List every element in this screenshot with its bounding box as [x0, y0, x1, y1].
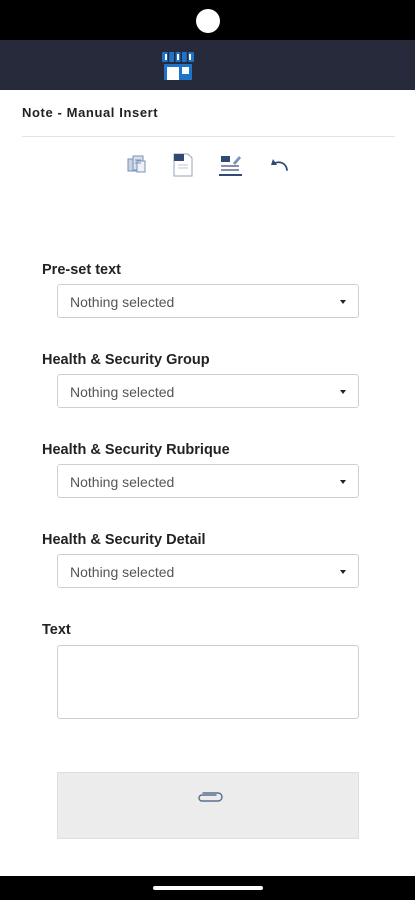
preset-text-select[interactable]: Nothing selected: [57, 284, 359, 318]
preset-text-label: Pre-set text: [42, 262, 121, 278]
title-divider: [22, 136, 395, 137]
hs-rubrique-label: Health & Security Rubrique: [42, 442, 230, 458]
hs-detail-select[interactable]: Nothing selected: [57, 554, 359, 588]
insert-document-icon: [173, 153, 193, 177]
screen: Note - Manual Insert Pre-set text Nothin…: [0, 90, 415, 876]
hs-group-value: Nothing selected: [70, 384, 175, 400]
toolbar: [120, 150, 300, 180]
text-field[interactable]: [57, 645, 359, 719]
status-bar: [0, 0, 415, 40]
app-header: [0, 40, 415, 90]
home-indicator[interactable]: [153, 886, 263, 890]
undo-icon: [271, 159, 288, 171]
preset-text-value: Nothing selected: [70, 294, 175, 310]
chevron-down-icon: [340, 300, 346, 304]
paperclip-icon: [198, 792, 223, 802]
edit-list-button[interactable]: [216, 150, 246, 180]
attachment-button[interactable]: [57, 772, 359, 839]
chevron-down-icon: [340, 390, 346, 394]
copy-documents-icon: [127, 155, 146, 173]
hs-detail-label: Health & Security Detail: [42, 532, 206, 548]
text-label: Text: [42, 622, 71, 638]
page-title: Note - Manual Insert: [22, 105, 159, 120]
edit-list-icon: [219, 156, 242, 176]
system-nav-bar: [0, 876, 415, 900]
hs-group-label: Health & Security Group: [42, 352, 210, 368]
front-camera: [196, 9, 220, 33]
store-icon[interactable]: [161, 51, 195, 81]
undo-button[interactable]: [264, 150, 294, 180]
hs-rubrique-select[interactable]: Nothing selected: [57, 464, 359, 498]
hs-group-select[interactable]: Nothing selected: [57, 374, 359, 408]
chevron-down-icon: [340, 480, 346, 484]
copy-documents-button[interactable]: [122, 150, 152, 180]
hs-detail-value: Nothing selected: [70, 564, 175, 580]
insert-document-button[interactable]: [168, 150, 198, 180]
chevron-down-icon: [340, 570, 346, 574]
hs-rubrique-value: Nothing selected: [70, 474, 175, 490]
